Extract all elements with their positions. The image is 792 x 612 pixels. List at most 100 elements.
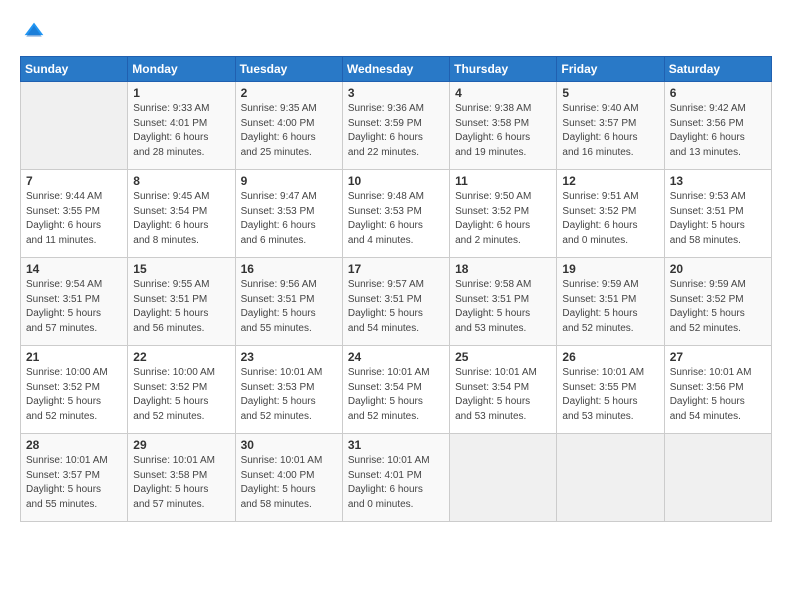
day-info: Sunrise: 10:00 AMSunset: 3:52 PMDaylight… <box>26 366 122 424</box>
day-info: Sunrise: 10:01 AMSunset: 3:57 PMDaylight… <box>26 454 122 512</box>
day-info: Sunrise: 9:36 AMSunset: 3:59 PMDaylight:… <box>348 102 444 160</box>
day-info: Sunrise: 10:00 AMSunset: 3:52 PMDaylight… <box>133 366 229 424</box>
day-cell: 4 Sunrise: 9:38 AMSunset: 3:58 PMDaylight… <box>450 82 557 170</box>
day-info: Sunrise: 9:59 AMSunset: 3:51 PMDaylight:… <box>562 278 658 336</box>
day-cell: 6 Sunrise: 9:42 AMSunset: 3:56 PMDaylight… <box>664 82 771 170</box>
day-info: Sunrise: 10:01 AMSunset: 4:00 PMDaylight… <box>241 454 337 512</box>
logo <box>20 18 52 46</box>
day-cell <box>664 434 771 522</box>
day-header-tuesday: Tuesday <box>235 57 342 82</box>
day-info: Sunrise: 9:48 AMSunset: 3:53 PMDaylight:… <box>348 190 444 248</box>
week-row-3: 14 Sunrise: 9:54 AMSunset: 3:51 PMDayligh… <box>21 258 772 346</box>
day-number: 13 <box>670 174 766 188</box>
day-info: Sunrise: 10:01 AMSunset: 4:01 PMDaylight… <box>348 454 444 512</box>
day-info: Sunrise: 10:01 AMSunset: 3:54 PMDaylight… <box>348 366 444 424</box>
week-row-4: 21Sunrise: 10:00 AMSunset: 3:52 PMDaylig… <box>21 346 772 434</box>
day-number: 12 <box>562 174 658 188</box>
day-number: 30 <box>241 438 337 452</box>
day-number: 17 <box>348 262 444 276</box>
day-number: 3 <box>348 86 444 100</box>
day-cell: 26Sunrise: 10:01 AMSunset: 3:55 PMDaylig… <box>557 346 664 434</box>
day-info: Sunrise: 9:44 AMSunset: 3:55 PMDaylight:… <box>26 190 122 248</box>
day-info: Sunrise: 9:53 AMSunset: 3:51 PMDaylight:… <box>670 190 766 248</box>
week-row-2: 7 Sunrise: 9:44 AMSunset: 3:55 PMDaylight… <box>21 170 772 258</box>
day-number: 7 <box>26 174 122 188</box>
day-number: 20 <box>670 262 766 276</box>
day-number: 16 <box>241 262 337 276</box>
day-info: Sunrise: 9:51 AMSunset: 3:52 PMDaylight:… <box>562 190 658 248</box>
day-cell: 1 Sunrise: 9:33 AMSunset: 4:01 PMDaylight… <box>128 82 235 170</box>
day-number: 14 <box>26 262 122 276</box>
day-number: 18 <box>455 262 551 276</box>
day-number: 31 <box>348 438 444 452</box>
day-info: Sunrise: 10:01 AMSunset: 3:55 PMDaylight… <box>562 366 658 424</box>
day-cell: 20 Sunrise: 9:59 AMSunset: 3:52 PMDayligh… <box>664 258 771 346</box>
day-info: Sunrise: 9:38 AMSunset: 3:58 PMDaylight:… <box>455 102 551 160</box>
header <box>20 18 772 46</box>
day-cell: 29Sunrise: 10:01 AMSunset: 3:58 PMDaylig… <box>128 434 235 522</box>
day-cell: 23Sunrise: 10:01 AMSunset: 3:53 PMDaylig… <box>235 346 342 434</box>
day-cell: 28 Sunrise: 10:01 AMSunset: 3:57 PMDaylig… <box>21 434 128 522</box>
day-headers-row: SundayMondayTuesdayWednesdayThursdayFrid… <box>21 57 772 82</box>
day-number: 8 <box>133 174 229 188</box>
day-cell: 15 Sunrise: 9:55 AMSunset: 3:51 PMDayligh… <box>128 258 235 346</box>
day-info: Sunrise: 9:56 AMSunset: 3:51 PMDaylight:… <box>241 278 337 336</box>
logo-icon <box>20 18 48 46</box>
day-cell: 24Sunrise: 10:01 AMSunset: 3:54 PMDaylig… <box>342 346 449 434</box>
day-cell: 22 Sunrise: 10:00 AMSunset: 3:52 PMDaylig… <box>128 346 235 434</box>
day-number: 27 <box>670 350 766 364</box>
day-number: 25 <box>455 350 551 364</box>
day-cell: 11 Sunrise: 9:50 AMSunset: 3:52 PMDayligh… <box>450 170 557 258</box>
day-info: Sunrise: 9:33 AMSunset: 4:01 PMDaylight:… <box>133 102 229 160</box>
day-cell: 17 Sunrise: 9:57 AMSunset: 3:51 PMDayligh… <box>342 258 449 346</box>
day-number: 9 <box>241 174 337 188</box>
day-number: 2 <box>241 86 337 100</box>
day-info: Sunrise: 9:59 AMSunset: 3:52 PMDaylight:… <box>670 278 766 336</box>
day-cell: 31 Sunrise: 10:01 AMSunset: 4:01 PMDaylig… <box>342 434 449 522</box>
day-number: 28 <box>26 438 122 452</box>
day-header-sunday: Sunday <box>21 57 128 82</box>
day-header-thursday: Thursday <box>450 57 557 82</box>
day-cell: 14 Sunrise: 9:54 AMSunset: 3:51 PMDayligh… <box>21 258 128 346</box>
day-cell: 3 Sunrise: 9:36 AMSunset: 3:59 PMDaylight… <box>342 82 449 170</box>
day-cell: 12 Sunrise: 9:51 AMSunset: 3:52 PMDayligh… <box>557 170 664 258</box>
day-info: Sunrise: 9:40 AMSunset: 3:57 PMDaylight:… <box>562 102 658 160</box>
day-cell: 19Sunrise: 9:59 AMSunset: 3:51 PMDayligh… <box>557 258 664 346</box>
day-cell: 16 Sunrise: 9:56 AMSunset: 3:51 PMDayligh… <box>235 258 342 346</box>
day-cell <box>21 82 128 170</box>
day-cell: 10Sunrise: 9:48 AMSunset: 3:53 PMDayligh… <box>342 170 449 258</box>
week-row-1: 1 Sunrise: 9:33 AMSunset: 4:01 PMDaylight… <box>21 82 772 170</box>
day-info: Sunrise: 10:01 AMSunset: 3:54 PMDaylight… <box>455 366 551 424</box>
day-number: 4 <box>455 86 551 100</box>
day-number: 15 <box>133 262 229 276</box>
page: SundayMondayTuesdayWednesdayThursdayFrid… <box>0 0 792 612</box>
day-info: Sunrise: 10:01 AMSunset: 3:53 PMDaylight… <box>241 366 337 424</box>
day-cell <box>557 434 664 522</box>
day-info: Sunrise: 9:55 AMSunset: 3:51 PMDaylight:… <box>133 278 229 336</box>
week-row-5: 28 Sunrise: 10:01 AMSunset: 3:57 PMDaylig… <box>21 434 772 522</box>
day-cell: 5 Sunrise: 9:40 AMSunset: 3:57 PMDaylight… <box>557 82 664 170</box>
day-info: Sunrise: 9:50 AMSunset: 3:52 PMDaylight:… <box>455 190 551 248</box>
day-info: Sunrise: 9:42 AMSunset: 3:56 PMDaylight:… <box>670 102 766 160</box>
day-info: Sunrise: 10:01 AMSunset: 3:56 PMDaylight… <box>670 366 766 424</box>
day-info: Sunrise: 9:45 AMSunset: 3:54 PMDaylight:… <box>133 190 229 248</box>
day-cell: 8 Sunrise: 9:45 AMSunset: 3:54 PMDaylight… <box>128 170 235 258</box>
day-info: Sunrise: 9:57 AMSunset: 3:51 PMDaylight:… <box>348 278 444 336</box>
day-cell: 30 Sunrise: 10:01 AMSunset: 4:00 PMDaylig… <box>235 434 342 522</box>
day-number: 5 <box>562 86 658 100</box>
day-header-monday: Monday <box>128 57 235 82</box>
day-cell: 21Sunrise: 10:00 AMSunset: 3:52 PMDaylig… <box>21 346 128 434</box>
day-header-friday: Friday <box>557 57 664 82</box>
day-number: 22 <box>133 350 229 364</box>
day-info: Sunrise: 9:58 AMSunset: 3:51 PMDaylight:… <box>455 278 551 336</box>
day-number: 11 <box>455 174 551 188</box>
day-info: Sunrise: 9:54 AMSunset: 3:51 PMDaylight:… <box>26 278 122 336</box>
day-number: 29 <box>133 438 229 452</box>
day-number: 6 <box>670 86 766 100</box>
day-cell: 13 Sunrise: 9:53 AMSunset: 3:51 PMDayligh… <box>664 170 771 258</box>
day-cell: 18 Sunrise: 9:58 AMSunset: 3:51 PMDayligh… <box>450 258 557 346</box>
day-info: Sunrise: 9:47 AMSunset: 3:53 PMDaylight:… <box>241 190 337 248</box>
day-cell <box>450 434 557 522</box>
day-number: 1 <box>133 86 229 100</box>
day-header-saturday: Saturday <box>664 57 771 82</box>
